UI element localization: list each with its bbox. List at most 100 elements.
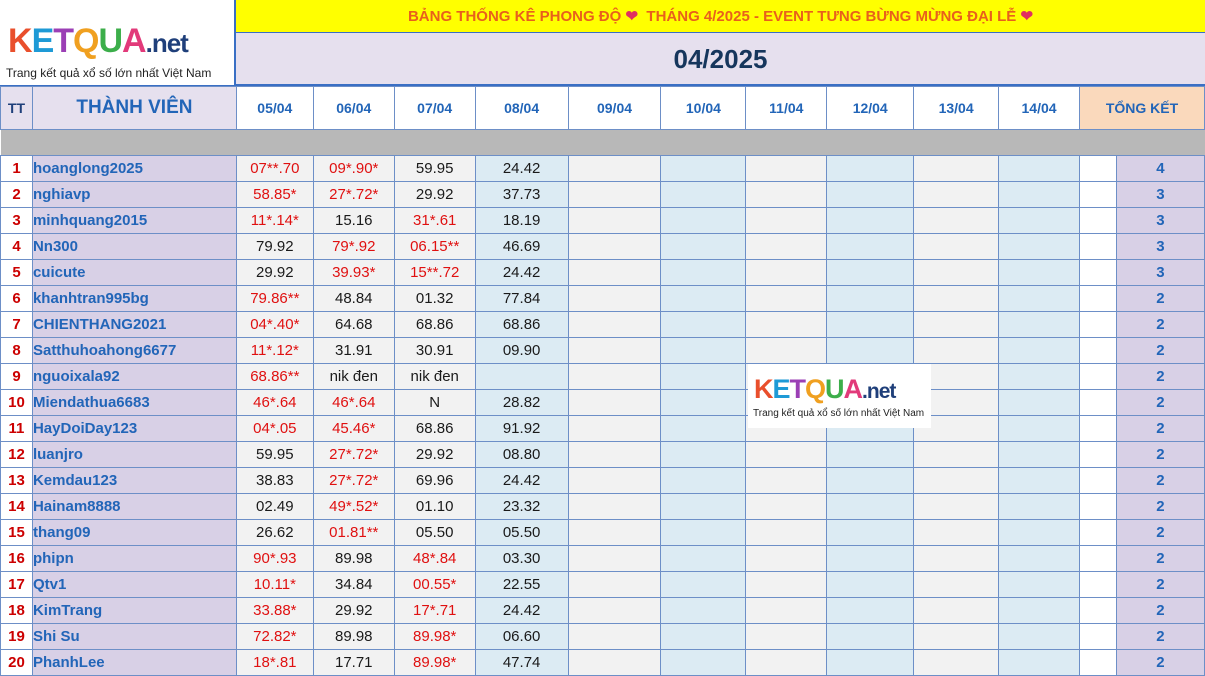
total-cell: 4 [1115,155,1205,182]
result-cell: 23.32 [474,493,569,520]
empty-result-cell [998,363,1080,390]
title-left: BẢNG THỐNG KÊ PHONG ĐỘ [407,8,622,25]
page-title: BẢNG THỐNG KÊ PHONG ĐỘ ❤ THÁNG 4/2025 - … [236,0,1205,33]
empty-result-cell [660,545,747,572]
member-name: PhanhLee [31,649,237,676]
result-cell: 05.50 [393,519,476,546]
member-name: Hainam8888 [31,493,237,520]
member-name: Qtv1 [31,571,237,598]
row-number: 20 [0,649,33,676]
logo-letter: U [825,374,844,404]
col-header-tt: TT [0,86,33,130]
table-row: 16 phipn 90*.93 89.98 48*.84 03.30 2 [0,545,1205,572]
row-number: 15 [0,519,33,546]
result-cell: 46*.64 [235,389,314,416]
row-number: 3 [0,207,33,234]
empty-result-cell [745,597,828,624]
empty-result-cell [567,415,662,442]
col-header-date: 10/04 [660,86,747,130]
total-spacer-cell [1078,597,1117,624]
empty-result-cell [567,467,662,494]
ketqua-logo[interactable]: KETQUA.net Trang kết quả xổ số lớn nhất … [0,0,236,86]
total-cell: 2 [1115,337,1205,364]
result-cell: 64.68 [312,311,395,338]
empty-result-cell [826,155,915,182]
empty-result-cell [660,363,747,390]
result-cell: 18.19 [474,207,569,234]
col-header-date: 06/04 [312,86,395,130]
total-cell: 2 [1115,441,1205,468]
logo-letter: T [789,374,806,404]
watermark-wordmark: KETQUA.net [754,374,896,405]
result-cell: 03.30 [474,545,569,572]
member-name: minhquang2015 [31,207,237,234]
table-row: 12 luanjro 59.95 27*.72* 29.92 08.80 2 [0,441,1205,468]
row-number: 11 [0,415,33,442]
total-cell: 2 [1115,597,1205,624]
result-cell: 02.49 [235,493,314,520]
result-cell: 31*.61 [393,207,476,234]
empty-result-cell [913,311,1000,338]
empty-result-cell [745,649,828,676]
result-cell: 01.32 [393,285,476,312]
empty-result-cell [567,389,662,416]
logo-letter: T [53,22,74,60]
member-name: Kemdau123 [31,467,237,494]
empty-result-cell [567,311,662,338]
table-row: 13 Kemdau123 38.83 27*.72* 69.96 24.42 2 [0,467,1205,494]
member-name: nghiavp [31,181,237,208]
empty-result-cell [998,389,1080,416]
empty-result-cell [567,493,662,520]
member-name: hoanglong2025 [31,155,237,182]
empty-result-cell [567,623,662,650]
result-cell: 15**.72 [393,259,476,286]
result-cell: 68.86 [393,415,476,442]
empty-result-cell [745,181,828,208]
row-number: 10 [0,389,33,416]
result-cell: 06.15** [393,233,476,260]
result-cell: 38.83 [235,467,314,494]
col-header-date: 13/04 [913,86,1000,130]
member-name: nguoixala92 [31,363,237,390]
empty-result-cell [567,259,662,286]
table-row: 11 HayDoiDay123 04*.05 45.46* 68.86 91.92 2 [0,415,1205,442]
empty-result-cell [913,571,1000,598]
empty-result-cell [826,545,915,572]
empty-result-cell [660,415,747,442]
empty-result-cell [745,545,828,572]
table-row: 20 PhanhLee 18*.81 17.71 89.98* 47.74 2 [0,649,1205,676]
total-spacer-cell [1078,389,1117,416]
empty-result-cell [745,441,828,468]
col-header-member: THÀNH VIÊN [31,86,237,130]
result-cell: 01.81** [312,519,395,546]
logo-suffix: .net [145,28,189,58]
logo-letter: E [31,22,55,60]
empty-result-cell [913,155,1000,182]
result-cell: 29.92 [393,441,476,468]
empty-result-cell [998,311,1080,338]
empty-result-cell [998,259,1080,286]
empty-result-cell [913,519,1000,546]
result-cell: 90*.93 [235,545,314,572]
result-cell: 68.86 [474,311,569,338]
table-row: 6 khanhtran995bg 79.86** 48.84 01.32 77.84 2 [0,285,1205,312]
empty-result-cell [826,311,915,338]
logo-suffix: .net [862,380,896,403]
result-cell: 30.91 [393,337,476,364]
result-cell: 89.98* [393,623,476,650]
row-number: 2 [0,181,33,208]
empty-result-cell [826,285,915,312]
result-cell: 47.74 [474,649,569,676]
result-cell: 37.73 [474,181,569,208]
empty-result-cell [913,545,1000,572]
empty-result-cell [998,441,1080,468]
empty-result-cell [998,155,1080,182]
total-cell: 2 [1115,389,1205,416]
empty-result-cell [998,415,1080,442]
total-spacer-cell [1078,363,1117,390]
result-cell: 09*.90* [312,155,395,182]
logo-letter: A [122,22,147,60]
col-header-date: 09/04 [567,86,662,130]
total-cell: 2 [1115,311,1205,338]
result-cell: 69.96 [393,467,476,494]
